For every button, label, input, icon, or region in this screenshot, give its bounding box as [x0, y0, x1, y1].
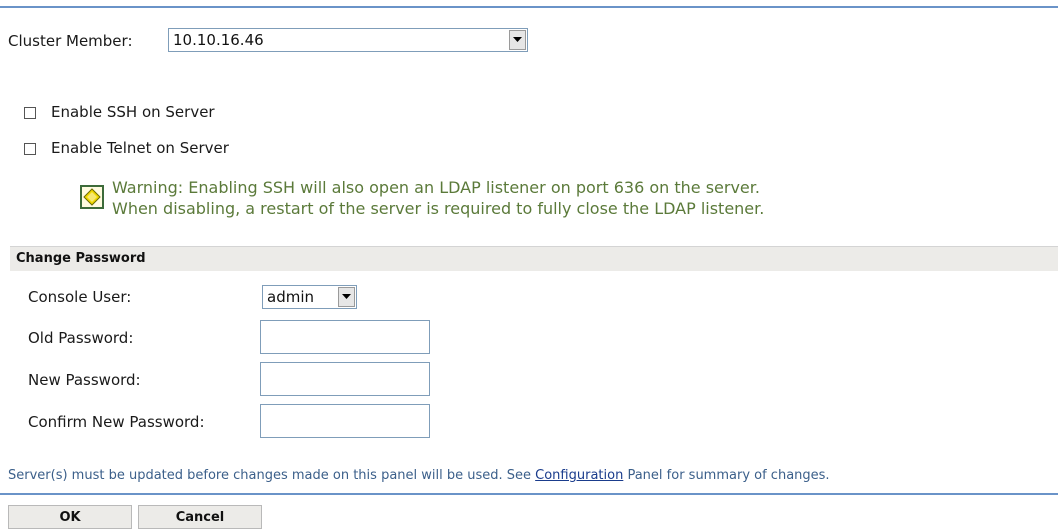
configuration-link[interactable]: Configuration — [535, 468, 623, 483]
bottom-divider — [0, 493, 1058, 495]
console-user-label: Console User: — [28, 288, 132, 306]
console-user-select[interactable]: admin — [262, 285, 357, 309]
change-password-title: Change Password — [16, 251, 146, 266]
warning-line-1: Warning: Enabling SSH will also open an … — [112, 178, 760, 197]
chevron-down-icon[interactable] — [509, 30, 526, 50]
warning-text: Warning: Enabling SSH will also open an … — [112, 177, 764, 219]
update-note: Server(s) must be updated before changes… — [8, 468, 830, 483]
chevron-down-icon[interactable] — [338, 287, 355, 307]
enable-ssh-label: Enable SSH on Server — [51, 103, 215, 121]
ok-button[interactable]: OK — [8, 505, 132, 529]
update-note-text-after: Panel for summary of changes. — [623, 468, 830, 483]
warning-line-2: When disabling, a restart of the server … — [112, 199, 765, 218]
enable-telnet-checkbox[interactable] — [24, 143, 36, 155]
cluster-member-value: 10.10.16.46 — [173, 31, 264, 49]
change-password-header: Change Password — [10, 246, 1058, 271]
top-divider — [0, 6, 1058, 8]
old-password-field[interactable] — [260, 320, 430, 354]
cluster-member-select[interactable]: 10.10.16.46 — [168, 28, 528, 52]
confirm-password-field[interactable] — [260, 404, 430, 438]
new-password-field[interactable] — [260, 362, 430, 396]
console-user-value: admin — [267, 288, 314, 306]
new-password-label: New Password: — [28, 371, 141, 389]
warning-icon — [80, 185, 104, 213]
update-note-text-before: Server(s) must be updated before changes… — [8, 468, 536, 483]
cancel-button[interactable]: Cancel — [138, 505, 262, 529]
enable-ssh-checkbox[interactable] — [24, 107, 36, 119]
confirm-password-label: Confirm New Password: — [28, 413, 205, 431]
cluster-member-label: Cluster Member: — [8, 32, 133, 50]
enable-telnet-label: Enable Telnet on Server — [51, 139, 229, 157]
old-password-label: Old Password: — [28, 329, 134, 347]
